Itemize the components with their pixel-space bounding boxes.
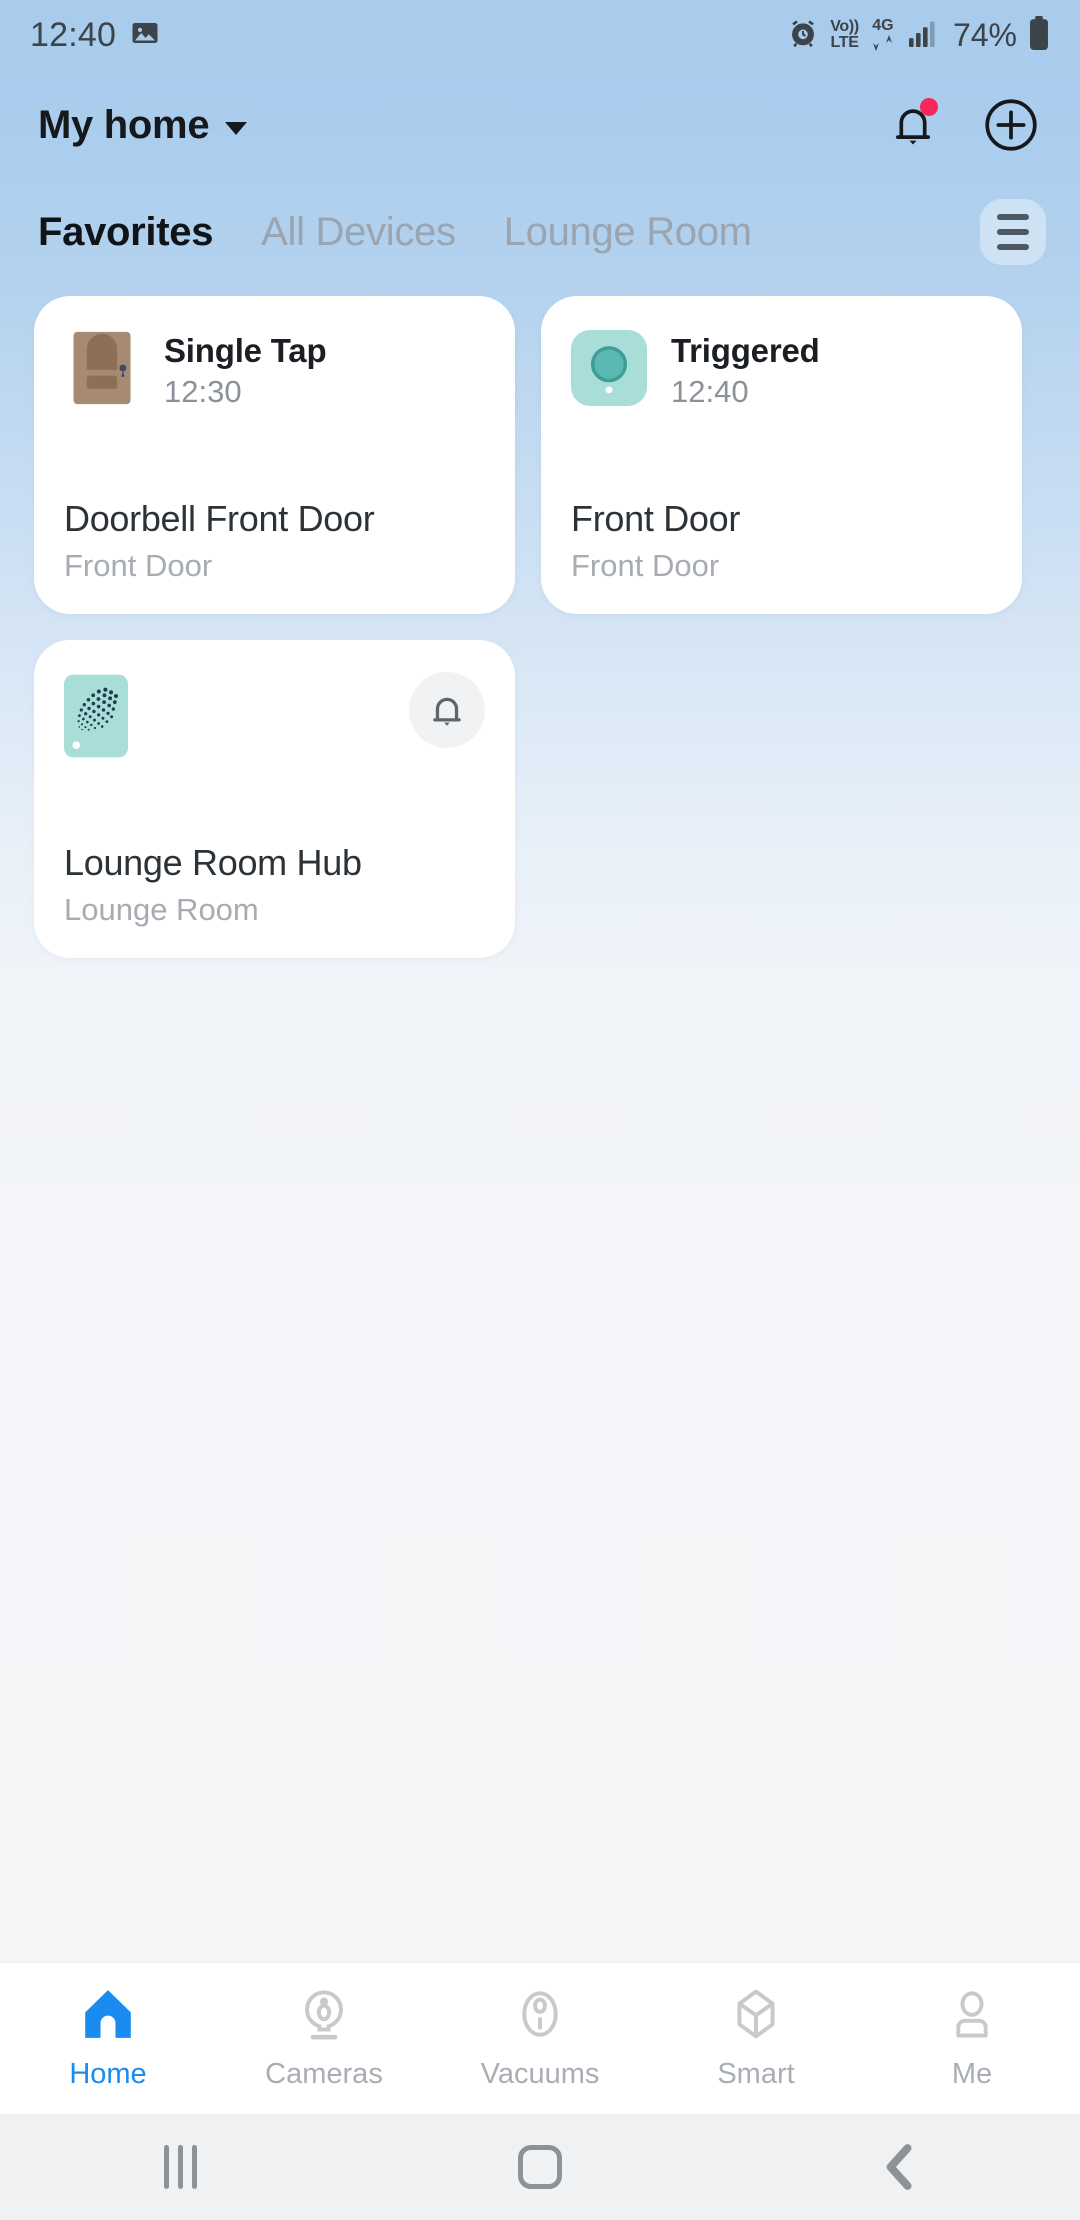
card-footer: Doorbell Front Door Front Door — [64, 498, 485, 584]
cube-icon — [727, 1987, 785, 2046]
device-card-grid: Single Tap 12:30 Doorbell Front Door Fro… — [0, 284, 1080, 1962]
status-badge: Single Tap — [164, 332, 327, 369]
camera-icon — [295, 1987, 353, 2046]
status-badge: Triggered — [671, 332, 820, 369]
status-timestamp: 12:30 — [164, 374, 242, 409]
card-footer: Front Door Front Door — [571, 498, 992, 584]
volte-icon: Vo)) LTE — [830, 18, 859, 51]
status-bar-right: Vo)) LTE 4G 74% — [787, 15, 1050, 55]
vacuum-icon — [511, 1987, 569, 2046]
nav-label: Me — [951, 2057, 993, 2090]
bottom-navigation: Home Cameras Vacuums Smart Me — [0, 1962, 1080, 2114]
device-card[interactable]: Triggered 12:40 Front Door Front Door — [541, 296, 1022, 614]
device-card[interactable]: Single Tap 12:30 Doorbell Front Door Fro… — [34, 296, 515, 614]
nav-label: Cameras — [265, 2057, 383, 2090]
status-bar-left: 12:40 — [30, 16, 160, 55]
status-timestamp: 12:40 — [671, 374, 749, 409]
device-card[interactable]: Lounge Room Hub Lounge Room — [34, 640, 515, 958]
hamburger-menu-icon[interactable] — [980, 199, 1046, 265]
nav-label: Vacuums — [480, 2057, 600, 2090]
nav-item-me[interactable]: Me — [864, 1963, 1080, 2114]
home-square-icon[interactable] — [360, 2145, 720, 2189]
tab-all-devices[interactable]: All Devices — [261, 210, 456, 255]
recents-icon[interactable] — [0, 2145, 360, 2189]
nav-label: Home — [69, 2057, 147, 2090]
image-icon — [130, 18, 160, 53]
camera-sensor-icon — [571, 330, 647, 406]
network-type-icon: 4G — [870, 18, 896, 52]
back-chevron-icon[interactable] — [720, 2142, 1080, 2192]
nav-item-cameras[interactable]: Cameras — [216, 1963, 432, 2114]
battery-icon — [1028, 15, 1050, 55]
app-header-actions — [882, 94, 1042, 156]
tab-bar: Favorites All Devices Lounge Room — [0, 180, 1080, 284]
device-name: Lounge Room Hub — [64, 842, 362, 883]
device-name: Front Door — [571, 498, 741, 539]
page-title: My home — [38, 102, 210, 147]
tab-lounge-room[interactable]: Lounge Room — [504, 210, 752, 255]
app-header: My home — [0, 70, 1080, 180]
card-status: Triggered 12:40 — [671, 330, 820, 410]
notifications-button[interactable] — [882, 94, 944, 156]
notification-badge — [920, 98, 938, 116]
device-room: Front Door — [571, 548, 720, 583]
home-icon — [79, 1987, 137, 2046]
card-footer: Lounge Room Hub Lounge Room — [64, 842, 485, 928]
card-header: Single Tap 12:30 — [64, 330, 485, 410]
nav-item-home[interactable]: Home — [0, 1963, 216, 2114]
system-navigation-bar — [0, 2114, 1080, 2220]
device-name: Doorbell Front Door — [64, 498, 375, 539]
card-header: Triggered 12:40 — [571, 330, 992, 410]
status-clock: 12:40 — [30, 15, 117, 54]
status-bar: 12:40 Vo)) LTE 4G 74% — [0, 0, 1080, 70]
home-selector[interactable]: My home — [38, 102, 248, 148]
nav-label: Smart — [717, 2057, 795, 2090]
signal-bars-icon — [907, 19, 939, 52]
hub-icon — [64, 674, 128, 758]
device-room: Front Door — [64, 548, 213, 583]
nav-item-smart[interactable]: Smart — [648, 1963, 864, 2114]
person-icon — [943, 1987, 1001, 2046]
device-room: Lounge Room — [64, 892, 259, 927]
battery-percent: 74% — [952, 16, 1017, 53]
chevron-down-icon — [225, 121, 248, 135]
add-device-button[interactable] — [980, 94, 1042, 156]
card-status: Single Tap 12:30 — [164, 330, 327, 410]
door-icon — [64, 330, 140, 406]
nav-item-vacuums[interactable]: Vacuums — [432, 1963, 648, 2114]
alarm-icon — [787, 17, 819, 54]
tab-favorites[interactable]: Favorites — [38, 210, 213, 255]
app-screen: 12:40 Vo)) LTE 4G 74% My home Favorites … — [0, 0, 1080, 2220]
hub-alarm-button[interactable] — [409, 672, 485, 748]
